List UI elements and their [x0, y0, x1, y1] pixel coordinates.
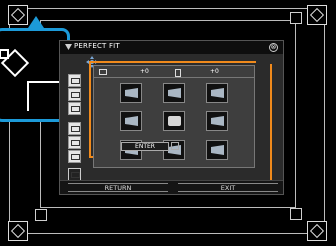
selection-left-line: [89, 61, 91, 158]
center-cell[interactable]: [163, 111, 185, 131]
perfect-fit-dialog: PERFECT FIT ⊗ +0 +0 ENTER RETURN EXIT: [59, 40, 284, 195]
close-icon[interactable]: ⊗: [269, 43, 278, 52]
menu-arrow-icon: [65, 44, 72, 50]
edge-cell-top[interactable]: [163, 83, 185, 103]
side-button-4[interactable]: [68, 122, 81, 135]
side-button-6[interactable]: [68, 150, 81, 163]
side-button-5[interactable]: [68, 136, 81, 149]
side-button-3[interactable]: [68, 102, 81, 115]
top-left-corner-handle[interactable]: [8, 5, 28, 25]
corner-cell-bottom-right[interactable]: [206, 140, 228, 160]
vertical-adjust-icon: [175, 69, 181, 77]
panel-separator: [94, 77, 254, 78]
side-button-1[interactable]: [68, 74, 81, 87]
edge-cell-left[interactable]: [120, 111, 142, 131]
selection-top-line: [89, 61, 256, 63]
corner-cell-top-left[interactable]: [120, 83, 142, 103]
bottom-right-corner-handle[interactable]: [307, 221, 327, 241]
dialog-title-bar: PERFECT FIT ⊗: [60, 41, 283, 54]
bottom-left-corner-handle[interactable]: [8, 221, 28, 241]
horizontal-adjust-icon: [99, 69, 107, 75]
enter-icon[interactable]: [171, 142, 179, 150]
callout-pointer: [28, 16, 44, 28]
selection-right-line: [270, 64, 272, 186]
top-right-edge-marker: [290, 12, 302, 24]
bottom-left-edge-marker: [35, 209, 47, 221]
vertical-value: +0: [210, 68, 219, 75]
horizontal-value: +0: [140, 68, 149, 75]
dialog-title: PERFECT FIT: [74, 42, 120, 50]
side-button-2[interactable]: [68, 88, 81, 101]
bottom-bar: RETURN EXIT: [60, 180, 283, 194]
edge-cell-right[interactable]: [206, 111, 228, 131]
top-right-corner-handle[interactable]: [307, 5, 327, 25]
bottom-right-edge-marker: [290, 208, 302, 220]
exit-button[interactable]: EXIT: [178, 183, 278, 192]
corner-cell-top-right[interactable]: [206, 83, 228, 103]
return-button[interactable]: RETURN: [68, 183, 168, 192]
adjustment-panel: +0 +0: [93, 65, 255, 168]
enter-button[interactable]: ENTER: [121, 142, 169, 151]
